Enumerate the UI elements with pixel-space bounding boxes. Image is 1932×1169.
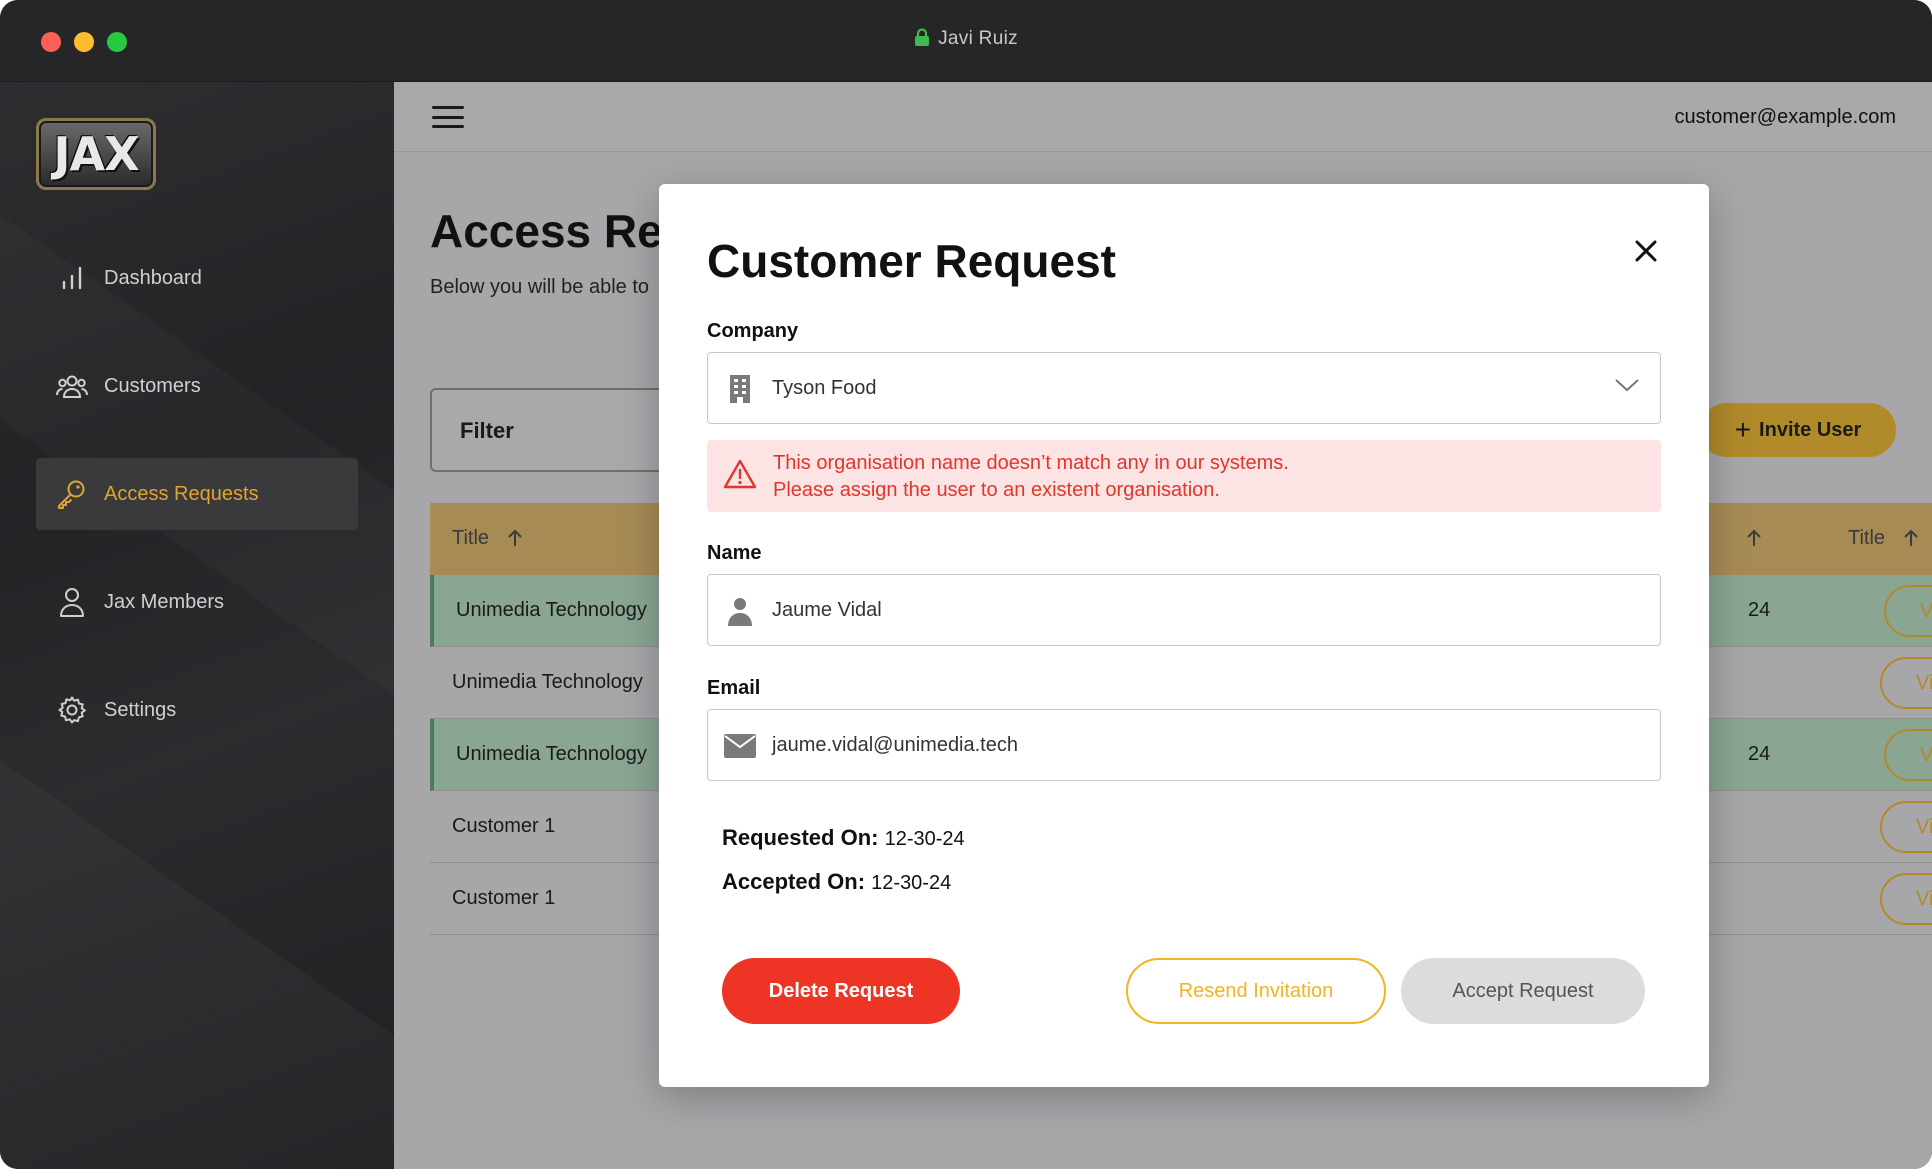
alert-line-1: This organisation name doesn’t match any… — [773, 452, 1289, 474]
view-button[interactable]: View — [1884, 729, 1932, 781]
gear-icon — [56, 694, 88, 726]
view-button[interactable]: View — [1880, 873, 1932, 925]
modal-title: Customer Request — [707, 235, 1116, 287]
page-subtitle: Below you will be able to — [430, 276, 650, 298]
person-icon — [724, 595, 756, 627]
requested-on: Requested On: 12-30-24 — [722, 825, 965, 851]
title-bar: Javi Ruiz — [0, 0, 1932, 82]
email-label: Email — [707, 677, 761, 699]
hamburger-menu-icon[interactable] — [432, 106, 464, 128]
sidebar-item-label: Settings — [104, 698, 177, 721]
sort-arrow-up-icon — [1897, 527, 1919, 549]
alert-line-2: Please assign the user to an existent or… — [773, 479, 1220, 501]
sidebar-item-access-requests[interactable]: Access Requests — [36, 458, 358, 530]
company-select[interactable]: Tyson Food — [707, 352, 1661, 424]
sidebar-item-settings[interactable]: Settings — [36, 674, 358, 746]
view-button[interactable]: View — [1880, 657, 1932, 709]
row-title: Customer 1 — [452, 887, 556, 909]
sort-arrow-up-icon — [501, 527, 523, 549]
app-window: Javi Ruiz JAX Dashboard Customers Access… — [0, 0, 1932, 1169]
users-icon — [56, 370, 88, 402]
accepted-on-label: Accepted On: — [722, 869, 866, 894]
sidebar-item-customers[interactable]: Customers — [36, 350, 358, 422]
lock-icon — [914, 28, 930, 53]
plus-icon: + — [1734, 414, 1752, 445]
requested-on-label: Requested On: — [722, 825, 879, 850]
user-email[interactable]: customer@example.com — [1675, 106, 1896, 129]
email-value: jaume.vidal@unimedia.tech — [772, 734, 1018, 756]
accepted-on-value: 12-30-24 — [871, 872, 952, 894]
company-label: Company — [707, 320, 799, 342]
user-icon — [56, 586, 88, 618]
envelope-icon — [724, 730, 756, 762]
sidebar-item-label: Dashboard — [104, 266, 202, 289]
accepted-on: Accepted On: 12-30-24 — [722, 869, 951, 895]
row-date: 24 — [1748, 599, 1771, 621]
column-header-title-2[interactable]: Title — [1848, 527, 1919, 550]
name-field[interactable]: Jaume Vidal — [707, 574, 1661, 646]
view-button[interactable]: View — [1880, 801, 1932, 853]
invite-user-label: Invite User — [1759, 418, 1862, 441]
email-field[interactable]: jaume.vidal@unimedia.tech — [707, 709, 1661, 781]
jax-logo[interactable]: JAX — [36, 118, 156, 190]
close-modal-button[interactable] — [1629, 234, 1663, 268]
view-button[interactable]: View — [1884, 585, 1932, 637]
company-value: Tyson Food — [772, 377, 877, 399]
filter-label: Filter — [460, 418, 514, 443]
building-icon — [724, 373, 756, 405]
row-title: Unimedia Technology — [456, 599, 647, 621]
row-title: Unimedia Technology — [452, 671, 643, 693]
bar-chart-icon — [56, 262, 88, 294]
sidebar-item-dashboard[interactable]: Dashboard — [36, 242, 358, 314]
chevron-down-icon — [1614, 377, 1640, 398]
customer-request-modal: Customer Request Company Tyson Food This… — [659, 184, 1709, 1087]
sidebar-item-label: Access Requests — [104, 482, 259, 505]
sidebar-item-jax-members[interactable]: Jax Members — [36, 566, 358, 638]
sidebar: JAX Dashboard Customers Access Requests … — [0, 82, 394, 1169]
window-title: Javi Ruiz — [0, 28, 1932, 53]
page-title: Access Re — [430, 205, 663, 257]
requested-on-value: 12-30-24 — [884, 828, 965, 850]
row-date: 24 — [1748, 743, 1771, 765]
row-title: Unimedia Technology — [456, 743, 647, 765]
row-title: Customer 1 — [452, 815, 556, 837]
invite-user-button[interactable]: + Invite User — [1700, 403, 1896, 457]
close-icon — [1635, 240, 1657, 262]
name-value: Jaume Vidal — [772, 599, 882, 621]
delete-request-button[interactable]: Delete Request — [722, 958, 960, 1024]
key-icon — [56, 478, 88, 510]
sort-arrow-up-icon[interactable] — [1746, 527, 1762, 550]
organisation-error-alert: This organisation name doesn’t match any… — [707, 440, 1661, 512]
name-label: Name — [707, 542, 762, 564]
logo-text: JAX — [53, 127, 139, 181]
accept-request-button[interactable]: Accept Request — [1401, 958, 1645, 1024]
sidebar-item-label: Customers — [104, 374, 201, 397]
sidebar-item-label: Jax Members — [104, 590, 225, 613]
warning-icon — [723, 458, 757, 495]
top-bar: customer@example.com — [394, 82, 1932, 152]
filter-box[interactable]: Filter — [430, 388, 690, 472]
resend-invitation-button[interactable]: Resend Invitation — [1126, 958, 1386, 1024]
window-title-text: Javi Ruiz — [938, 28, 1018, 49]
column-header-title[interactable]: Title — [452, 527, 523, 550]
